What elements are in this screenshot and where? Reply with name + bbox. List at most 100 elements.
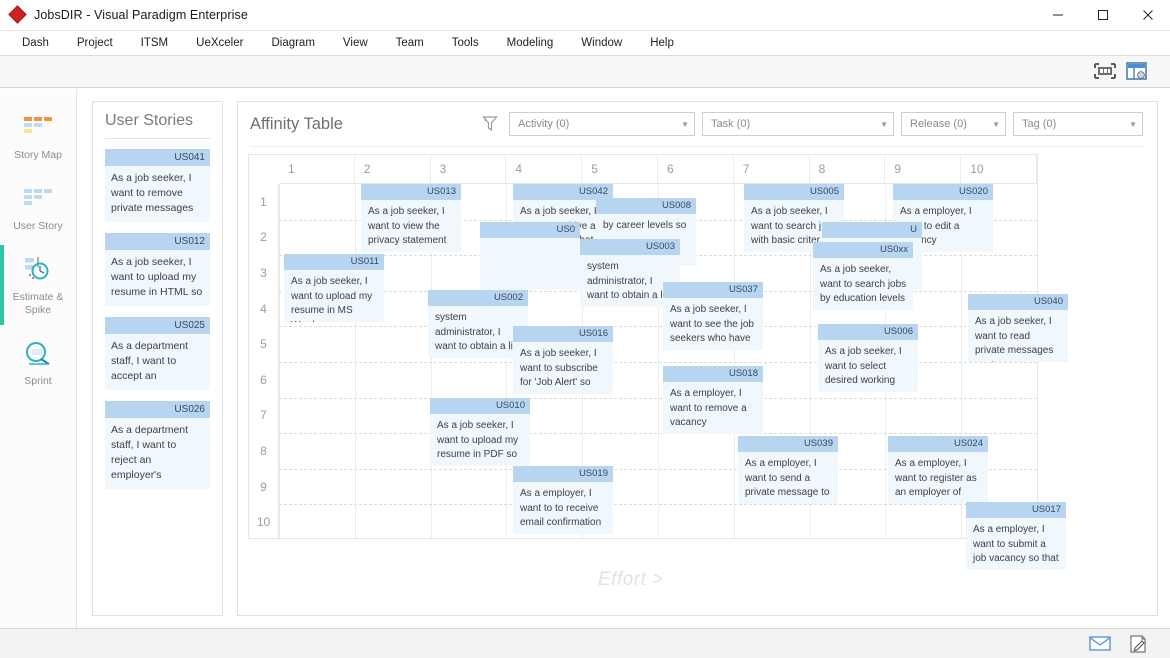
affinity-card-id: US020 xyxy=(893,184,993,200)
affinity-card[interactable]: US039As a employer, I want to send a pri… xyxy=(738,436,838,504)
fit-to-screen-icon[interactable] xyxy=(1094,62,1116,82)
story-text: As a department staff, I want to reject … xyxy=(105,418,210,489)
message-envelope-icon[interactable] xyxy=(1088,634,1112,654)
affinity-card-text: As a employer, I want to send a private … xyxy=(738,452,838,504)
affinity-card-id: US024 xyxy=(888,436,988,452)
affinity-card[interactable]: US011As a job seeker, I want to upload m… xyxy=(284,254,384,322)
affinity-card-text: As a employer, I want to remove a vacanc… xyxy=(663,382,763,434)
affinity-card-id: U xyxy=(822,222,922,238)
filter-release-label: Release (0) xyxy=(910,118,967,130)
list-item[interactable]: US025 As a department staff, I want to a… xyxy=(105,317,210,390)
x-axis-label: Effort > xyxy=(598,569,664,591)
app-logo-icon xyxy=(10,7,26,23)
note-edit-icon[interactable] xyxy=(1126,634,1150,654)
grid-column-header: 7 xyxy=(734,155,810,184)
affinity-card[interactable]: US013As a job seeker, I want to view the… xyxy=(361,184,461,252)
affinity-card[interactable]: US0 xyxy=(480,222,580,290)
grid-row-line xyxy=(279,398,1037,399)
user-story-icon xyxy=(21,182,55,216)
grid-row-header: 5 xyxy=(249,326,279,362)
affinity-card-id: US008 xyxy=(596,198,696,214)
menu-item-help[interactable]: Help xyxy=(636,33,688,53)
menu-item-view[interactable]: View xyxy=(329,33,382,53)
status-bar xyxy=(0,628,1170,658)
affinity-card[interactable]: US010As a job seeker, I want to upload m… xyxy=(430,398,530,466)
list-item[interactable]: US012 As a job seeker, I want to upload … xyxy=(105,233,210,306)
affinity-card[interactable]: US037As a job seeker, I want to see the … xyxy=(663,282,763,350)
affinity-grid-wrapper: 1234567891012345678910 Effort > Risk > U… xyxy=(248,154,1147,605)
affinity-card-id: US039 xyxy=(738,436,838,452)
menu-item-team[interactable]: Team xyxy=(382,33,438,53)
affinity-table-panel: Affinity Table Activity (0) ▼ Task (0) ▼… xyxy=(237,101,1158,616)
grid-column-line xyxy=(279,184,280,538)
grid-column-line xyxy=(734,184,735,538)
affinity-card-text: As a job seeker, I want to upload my res… xyxy=(430,414,530,466)
menu-item-diagram[interactable]: Diagram xyxy=(257,33,328,53)
filter-funnel-icon[interactable] xyxy=(478,115,502,133)
affinity-card-text: As a employer, I want to register as an … xyxy=(888,452,988,504)
affinity-card-text: As a job seeker, I want to see the job s… xyxy=(663,298,763,350)
menu-item-uexceler[interactable]: UeXceler xyxy=(182,33,257,53)
panel-divider xyxy=(105,138,210,139)
grid-row-line xyxy=(279,504,1037,505)
affinity-card-id: US002 xyxy=(428,290,528,306)
affinity-card[interactable]: US006As a job seeker, I want to select d… xyxy=(818,324,918,392)
list-item[interactable]: US041 As a job seeker, I want to remove … xyxy=(105,149,210,222)
filter-tag-dropdown[interactable]: Tag (0) ▼ xyxy=(1013,112,1143,136)
sidebar-item-estimate-spike[interactable]: Estimate & Spike xyxy=(0,243,77,327)
affinity-card-text: As a job seeker, I want to upload my res… xyxy=(284,270,384,322)
chevron-down-icon: ▼ xyxy=(1121,120,1137,129)
grid-row-line xyxy=(279,362,1037,363)
sidebar-label-estimate-spike: Estimate & Spike xyxy=(3,291,73,317)
grid-row-header: 10 xyxy=(249,504,279,540)
menu-item-tools[interactable]: Tools xyxy=(438,33,493,53)
menu-item-modeling[interactable]: Modeling xyxy=(493,33,568,53)
sidebar-item-user-story[interactable]: User Story xyxy=(0,172,77,243)
filter-task-dropdown[interactable]: Task (0) ▼ xyxy=(702,112,894,136)
affinity-card-id: US037 xyxy=(663,282,763,298)
sidebar-item-sprint[interactable]: Sprint xyxy=(0,327,77,398)
menu-item-dash[interactable]: Dash xyxy=(8,33,63,53)
filter-activity-label: Activity (0) xyxy=(518,118,569,130)
affinity-card-text: As a employer, I want to submit a job va… xyxy=(966,518,1066,570)
affinity-card[interactable]: US040As a job seeker, I want to read pri… xyxy=(968,294,1068,362)
maximize-button[interactable] xyxy=(1080,0,1125,31)
affinity-card-text: As a job seeker, want to search jobs by … xyxy=(813,258,913,310)
diagram-pane-icon[interactable] xyxy=(1126,62,1148,82)
menu-item-project[interactable]: Project xyxy=(63,33,127,53)
story-id: US041 xyxy=(105,149,210,166)
affinity-card[interactable]: US018As a employer, I want to remove a v… xyxy=(663,366,763,434)
affinity-card[interactable]: US0xxAs a job seeker, want to search job… xyxy=(813,242,913,310)
page-title: Affinity Table xyxy=(250,115,478,134)
affinity-card-id: US016 xyxy=(513,326,613,342)
grid-row-header: 8 xyxy=(249,433,279,469)
story-text: As a department staff, I want to accept … xyxy=(105,334,210,390)
grid-row-header: 6 xyxy=(249,362,279,398)
affinity-card[interactable]: US024As a employer, I want to register a… xyxy=(888,436,988,504)
grid-column-header: 1 xyxy=(279,155,355,184)
grid-column-header: 9 xyxy=(885,155,961,184)
story-map-icon xyxy=(21,111,55,145)
filter-activity-dropdown[interactable]: Activity (0) ▼ xyxy=(509,112,695,136)
affinity-card[interactable]: US016As a job seeker, I want to subscrib… xyxy=(513,326,613,394)
affinity-card-text: As a job seeker, I want to view the priv… xyxy=(361,200,461,252)
menu-item-window[interactable]: Window xyxy=(567,33,636,53)
window-titlebar: JobsDIR - Visual Paradigm Enterprise xyxy=(0,0,1170,31)
menu-item-itsm[interactable]: ITSM xyxy=(127,33,182,53)
sidebar-item-story-map[interactable]: Story Map xyxy=(0,101,77,172)
affinity-card[interactable]: US017As a employer, I want to submit a j… xyxy=(966,502,1066,570)
minimize-button[interactable] xyxy=(1035,0,1080,31)
close-button[interactable] xyxy=(1125,0,1170,31)
affinity-card-id: US006 xyxy=(818,324,918,340)
grid-column-header: 8 xyxy=(810,155,886,184)
chevron-down-icon: ▼ xyxy=(872,120,888,129)
sprint-icon xyxy=(21,337,55,371)
main-content: Story Map User Story xyxy=(0,89,1170,628)
list-item[interactable]: US026 As a department staff, I want to r… xyxy=(105,401,210,489)
filter-release-dropdown[interactable]: Release (0) ▼ xyxy=(901,112,1006,136)
affinity-card[interactable]: US019As a employer, I want to to receive… xyxy=(513,466,613,534)
affinity-card-text: As a job seeker, I want to subscribe for… xyxy=(513,342,613,394)
estimate-spike-icon xyxy=(20,253,56,287)
story-id: US026 xyxy=(105,401,210,418)
story-text: As a job seeker, I want to remove privat… xyxy=(105,166,210,222)
